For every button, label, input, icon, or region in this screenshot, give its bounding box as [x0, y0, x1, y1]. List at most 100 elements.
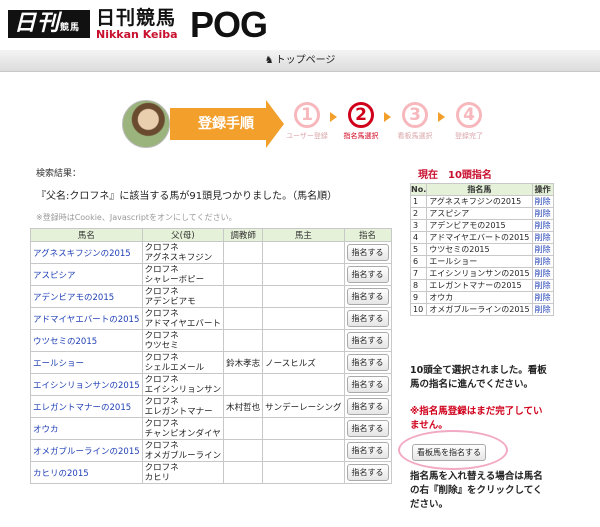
horse-name-cell: アスピシア — [30, 263, 143, 286]
horse-name-link[interactable]: エレガントマナーの2015 — [33, 403, 131, 413]
nominate-button[interactable]: 指名する — [346, 398, 389, 415]
pog-logo: POG — [190, 4, 268, 45]
horse-name-link[interactable]: アスピシア — [33, 271, 76, 281]
delete-link[interactable]: 削除 — [535, 221, 551, 230]
nominate-button[interactable]: 指名する — [346, 244, 389, 261]
delete-cell: 削除 — [531, 219, 554, 232]
pick-name: アドマイヤエバートの2015 — [426, 231, 533, 244]
nominate-button[interactable]: 指名する — [346, 288, 389, 305]
nominate-button[interactable]: 指名する — [346, 420, 389, 437]
horse-name-cell: エレガントマナーの2015 — [30, 395, 143, 418]
delete-link[interactable]: 削除 — [535, 293, 551, 302]
delete-link[interactable]: 削除 — [535, 281, 551, 290]
delete-link[interactable]: 削除 — [535, 233, 551, 242]
delete-cell: 削除 — [531, 243, 554, 256]
delete-link[interactable]: 削除 — [535, 269, 551, 278]
table-row: ウツセミの2015 クロフネ ウツセミ 指名する — [30, 329, 392, 352]
horse-name-cell: エイシンリョンサンの2015 — [30, 373, 143, 396]
col-header-no: No. — [409, 183, 428, 196]
delete-link[interactable]: 削除 — [535, 257, 551, 266]
pick-name: エールショー — [426, 255, 533, 268]
table-row: 4 アドマイヤエバートの2015 削除 — [409, 231, 554, 244]
select-cell: 指名する — [343, 307, 392, 330]
sire-name: クロフネ — [144, 286, 179, 297]
delete-cell: 削除 — [531, 255, 554, 268]
table-row: 6 エールショー 削除 — [409, 255, 554, 268]
select-cell: 指名する — [343, 263, 392, 286]
step-complete: 4 登録完了 — [444, 102, 494, 141]
select-cell: 指名する — [343, 373, 392, 396]
jockey-photo — [122, 100, 170, 148]
dam-name: アドマイヤエバート — [144, 318, 221, 329]
nominate-button[interactable]: 指名する — [346, 354, 389, 371]
table-row: アスピシア クロフネ シャレーボピー 指名する — [30, 263, 392, 286]
pick-name: アデンビアモの2015 — [426, 219, 533, 232]
horse-name-link[interactable]: ウツセミの2015 — [33, 337, 97, 347]
parents-cell: クロフネ アグネスキフジン — [141, 241, 225, 264]
top-nav: ♞ トップページ — [0, 50, 600, 72]
pick-name: ウツセミの2015 — [426, 243, 533, 256]
pick-name: オメガブルーラインの2015 — [426, 303, 533, 316]
parents-cell: クロフネ オメガブルーライン — [141, 439, 225, 462]
select-cell: 指名する — [343, 285, 392, 308]
horse-name-cell: カヒリの2015 — [30, 461, 143, 484]
nominate-button[interactable]: 指名する — [346, 332, 389, 349]
sire-name: クロフネ — [144, 462, 179, 473]
pick-no: 10 — [409, 303, 428, 316]
dam-name: シャレーボピー — [144, 274, 205, 285]
horse-name-link[interactable]: アグネスキフジンの2015 — [33, 249, 131, 259]
parents-cell: クロフネ エレガントマナー — [141, 395, 225, 418]
sire-name: クロフネ — [144, 396, 179, 407]
owner-cell — [262, 329, 345, 352]
parents-cell: クロフネ アドマイヤエバート — [141, 307, 225, 330]
delete-link[interactable]: 削除 — [535, 209, 551, 218]
pick-no: 8 — [409, 279, 428, 292]
horse-name-link[interactable]: オメガブルーラインの2015 — [33, 447, 140, 457]
table-row: オウカ クロフネ チャンピオンダイヤ 指名する — [30, 417, 392, 440]
horse-name-link[interactable]: アデンビアモの2015 — [33, 293, 114, 303]
nominate-button[interactable]: 指名する — [346, 442, 389, 459]
trainer-cell: 鈴木孝志 — [223, 351, 264, 374]
delete-cell: 削除 — [531, 267, 554, 280]
select-kanban-button[interactable]: 看板馬を指名する — [412, 444, 486, 461]
owner-cell — [262, 307, 345, 330]
dam-name: ウツセミ — [144, 340, 179, 351]
pick-name: アグネスキフジンの2015 — [426, 195, 533, 208]
table-row: アドマイヤエバートの2015 クロフネ アドマイヤエバート 指名する — [30, 307, 392, 330]
owner-cell: ノースヒルズ — [262, 351, 345, 374]
horse-name-link[interactable]: カヒリの2015 — [33, 469, 89, 479]
top-page-link[interactable]: トップページ — [276, 55, 336, 66]
dam-name: シェルエメール — [144, 362, 205, 373]
table-row: オメガブルーラインの2015 クロフネ オメガブルーライン 指名する — [30, 439, 392, 462]
nominate-button[interactable]: 指名する — [346, 310, 389, 327]
delete-link[interactable]: 削除 — [535, 305, 551, 314]
horse-name-link[interactable]: エイシンリョンサンの2015 — [33, 381, 140, 391]
nikkan-logo[interactable]: 日刊競馬 — [8, 10, 90, 38]
delete-link[interactable]: 削除 — [535, 245, 551, 254]
horse-name-link[interactable]: アドマイヤエバートの2015 — [33, 315, 139, 325]
nominate-button[interactable]: 指名する — [346, 464, 389, 481]
results-message: 『父名:クロフネ』に該当する馬が91頭見つかりました。（馬名順） — [36, 191, 338, 202]
delete-link[interactable]: 削除 — [535, 197, 551, 206]
horse-name-link[interactable]: エールショー — [33, 359, 84, 369]
steps-title: 登録手順 — [170, 108, 266, 140]
replace-instructions: 指名馬を入れ替える場合は馬名の右『削除』をクリックしてください。 — [410, 471, 543, 510]
select-cell: 指名する — [343, 329, 392, 352]
col-header-action: 操作 — [531, 183, 554, 196]
nominate-button[interactable]: 指名する — [346, 266, 389, 283]
pick-no: 3 — [409, 219, 428, 232]
table-row: 5 ウツセミの2015 削除 — [409, 243, 554, 256]
site-header: 日刊競馬 日刊競馬 Nikkan Keiba POG — [0, 0, 600, 50]
delete-cell: 削除 — [531, 303, 554, 316]
trainer-cell — [223, 461, 264, 484]
owner-cell — [262, 285, 345, 308]
horse-name-link[interactable]: オウカ — [33, 425, 59, 435]
owner-cell — [262, 439, 345, 462]
nominate-button[interactable]: 指名する — [346, 376, 389, 393]
sire-name: クロフネ — [144, 264, 179, 275]
sire-name: クロフネ — [144, 330, 179, 341]
table-row: 8 エレガントマナーの2015 削除 — [409, 279, 554, 292]
owner-cell — [262, 241, 345, 264]
step-user-registration: 1 ユーザー登録 — [282, 102, 332, 141]
results-heading: 検索結果： — [36, 169, 82, 179]
